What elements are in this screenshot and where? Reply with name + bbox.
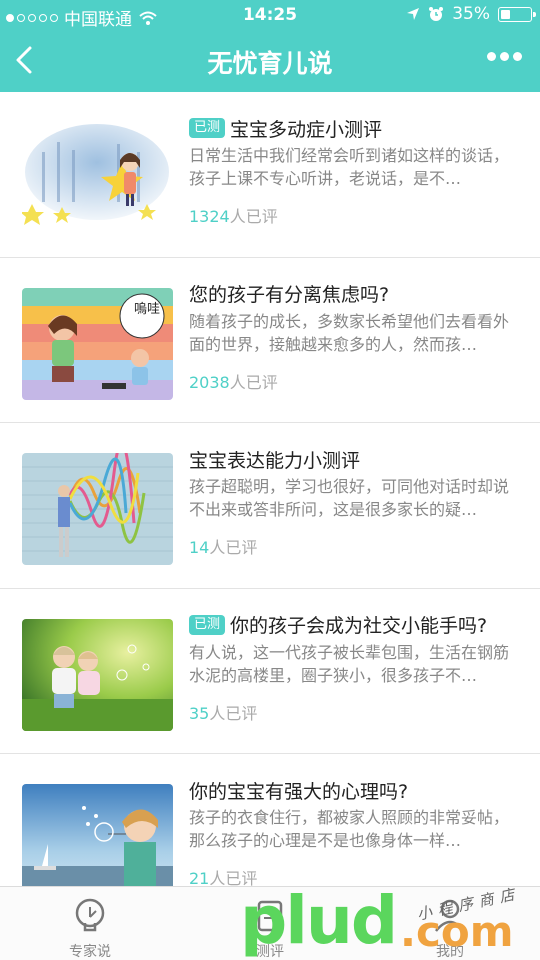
more-dot-icon bbox=[487, 52, 496, 61]
item-title: 已测 你的孩子会成为社交小能手吗? bbox=[189, 611, 522, 639]
test-icon bbox=[257, 900, 283, 932]
item-title: 宝宝表达能力小测评 bbox=[189, 449, 361, 472]
more-dot-icon bbox=[500, 52, 509, 61]
thumbnail-image bbox=[22, 784, 173, 896]
item-title: 已测 宝宝多动症小测评 bbox=[189, 114, 522, 142]
thumbnail-image: 嗚哇 bbox=[22, 287, 173, 400]
navigation-bar: 无忧育儿说 bbox=[0, 30, 540, 92]
location-arrow-icon bbox=[407, 8, 420, 20]
item-title: 您的孩子有分离焦虑吗? bbox=[189, 284, 390, 306]
assessment-list: 已测 宝宝多动症小测评 日常生活中我们经常会听到诸如这样的谈话，孩子上课不专心听… bbox=[0, 92, 540, 920]
item-description: 孩子的衣食住行，都被家人照顾的非常妥帖，那么孩子的心理是不是也像身体一样… bbox=[189, 808, 510, 850]
assessed-count: 2038人已评 bbox=[189, 372, 278, 392]
list-item[interactable]: 已测 你的孩子会成为社交小能手吗? 有人说，这一代孩子被长辈包围，生活在钢筋水泥… bbox=[0, 589, 540, 754]
battery-percent: 35% bbox=[452, 4, 490, 24]
status-bar: 中国联通 14:25 35% bbox=[0, 0, 540, 30]
assessed-count: 1324人已评 bbox=[189, 207, 278, 226]
list-item[interactable]: 已测 宝宝多动症小测评 日常生活中我们经常会听到诸如这样的谈话，孩子上课不专心听… bbox=[0, 92, 540, 258]
assessed-count: 35人已评 bbox=[189, 703, 258, 723]
tested-badge: 已测 bbox=[189, 118, 226, 138]
battery-icon bbox=[498, 6, 536, 22]
alarm-clock-icon bbox=[429, 7, 444, 21]
thumbnail-image bbox=[22, 453, 173, 565]
item-description: 孩子超聪明，学习也很好，可同他对话时却说不出来或答非所问，这是很多家长的疑… bbox=[189, 477, 510, 519]
list-item[interactable]: 嗚哇 您的孩子有分离焦虑吗? 随着孩子的成长，多数家长希望他们去看看外面的世界，… bbox=[0, 258, 540, 423]
speech-bubble-text: 嗚哇 bbox=[134, 301, 160, 317]
item-description: 随着孩子的成长，多数家长希望他们去看看外面的世界，接触越来愈多的人，然而孩… bbox=[189, 311, 510, 354]
tab-label: 我的 bbox=[436, 944, 464, 960]
tab-label: 专家说 bbox=[69, 944, 111, 960]
more-dot-icon bbox=[513, 52, 522, 61]
item-description: 有人说，这一代孩子被长辈包围，生活在钢筋水泥的高楼里，圈子狭小，很多孩子不… bbox=[189, 642, 510, 685]
person-icon bbox=[435, 899, 465, 932]
tab-expert[interactable]: 专家说 bbox=[45, 897, 135, 960]
tab-assessment[interactable]: 测评 bbox=[225, 897, 315, 960]
page-title: 无忧育儿说 bbox=[207, 49, 333, 78]
assessed-count: 14人已评 bbox=[189, 538, 258, 557]
thumbnail-image bbox=[22, 618, 173, 731]
tab-bar: 专家说 测评 我的 bbox=[0, 886, 540, 960]
lightbulb-icon bbox=[75, 898, 105, 932]
item-description: 日常生活中我们经常会听到诸如这样的谈话，孩子上课不专心听讲，老说话，是不… bbox=[189, 146, 510, 188]
tab-mine[interactable]: 我的 bbox=[405, 897, 495, 960]
item-title: 你的宝宝有强大的心理吗? bbox=[189, 780, 409, 803]
tested-badge: 已测 bbox=[189, 614, 226, 635]
list-item[interactable]: 宝宝表达能力小测评 孩子超聪明，学习也很好，可同他对话时却说不出来或答非所问，这… bbox=[0, 423, 540, 589]
tab-label: 测评 bbox=[256, 944, 284, 960]
thumbnail-image bbox=[22, 122, 173, 234]
more-button[interactable] bbox=[487, 52, 522, 61]
